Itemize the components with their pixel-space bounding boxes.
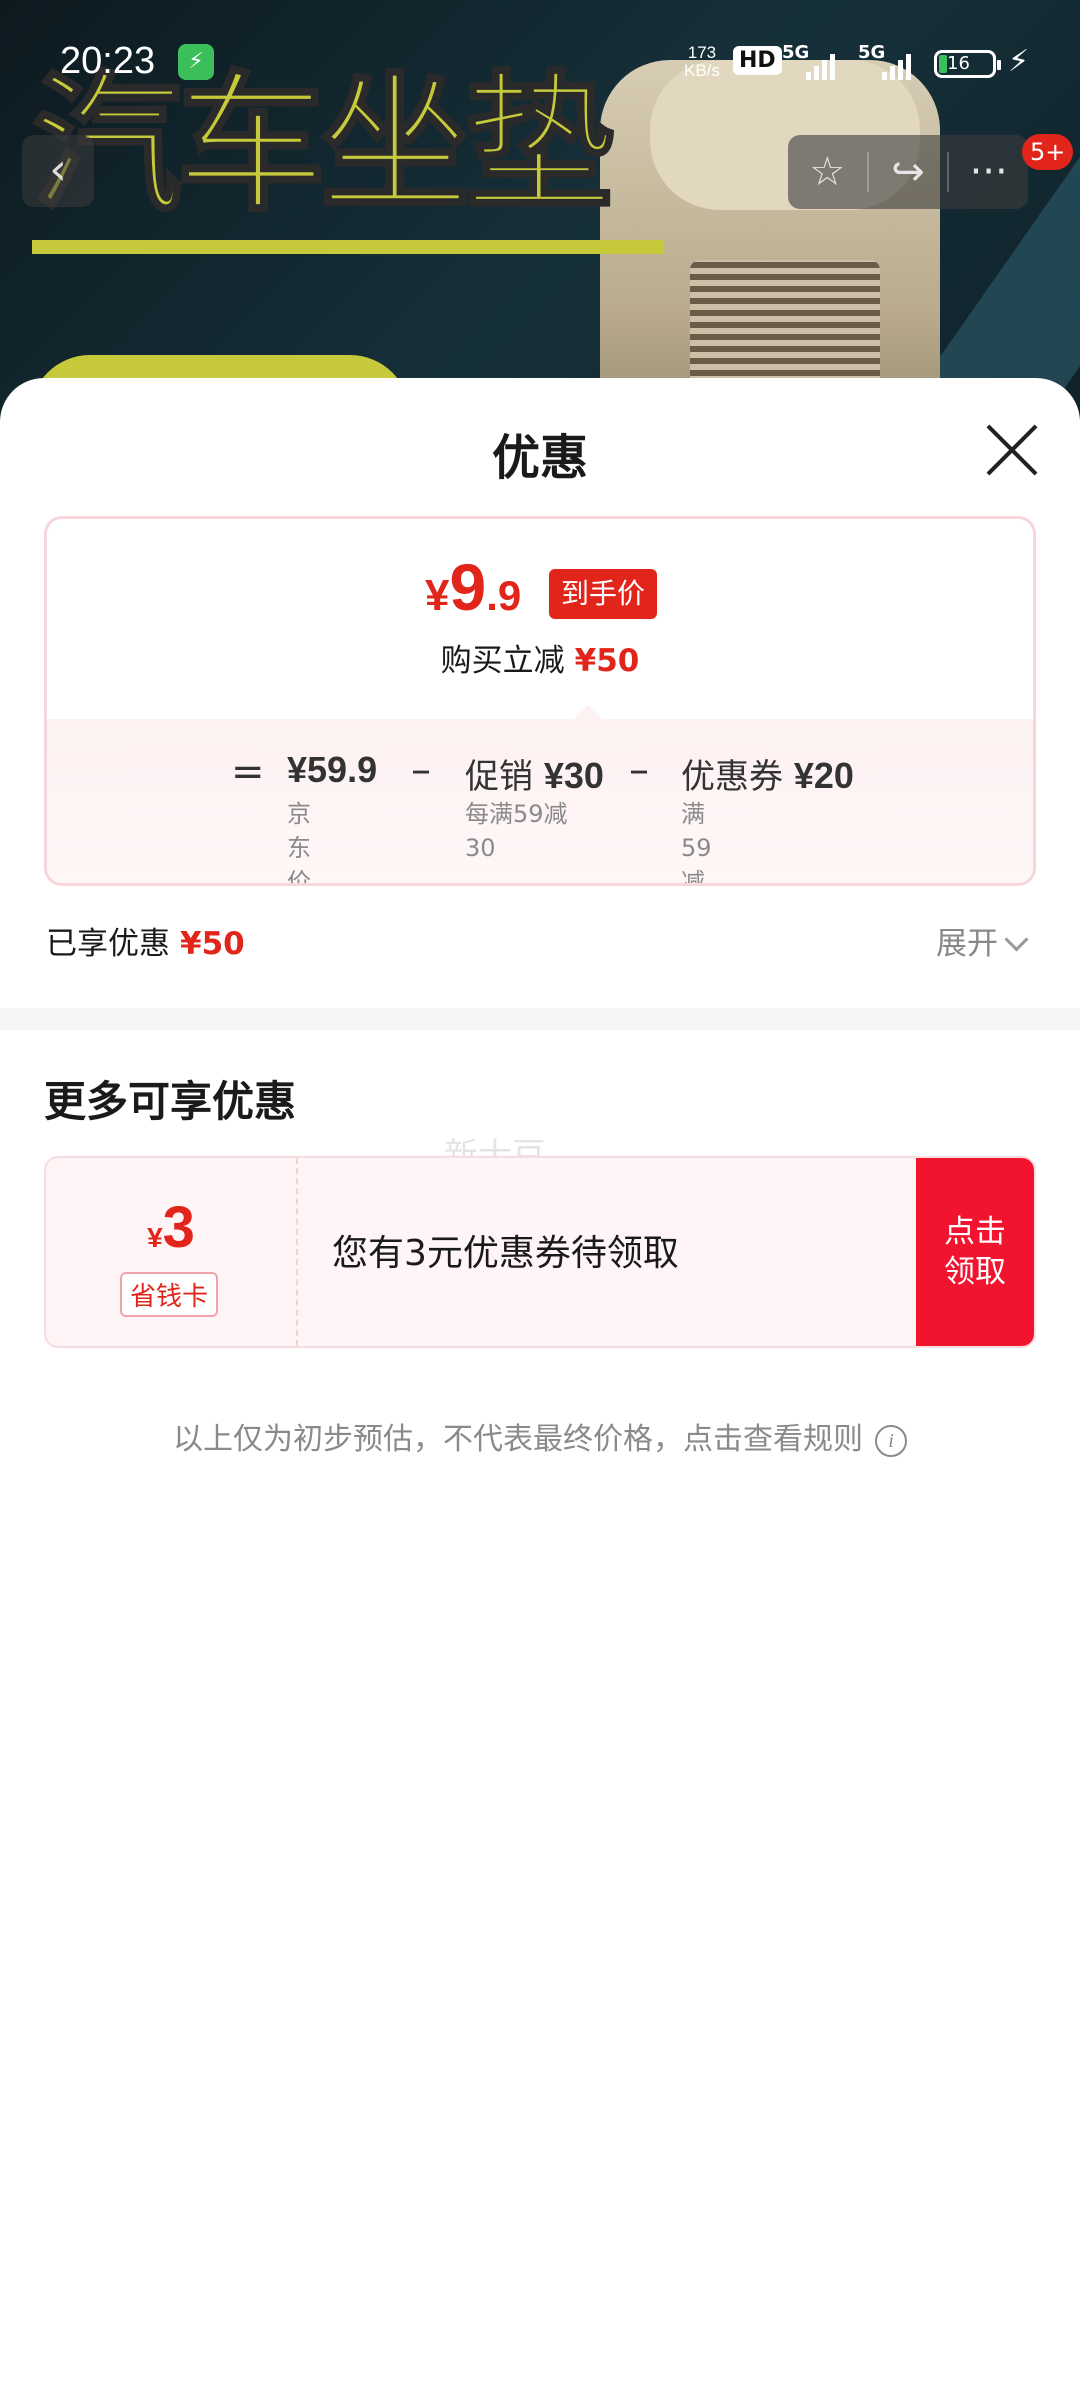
coupon-amount: 优惠券 ¥20 [681, 755, 854, 797]
minus-sign: – [411, 747, 431, 793]
coupon-rule: 满59减20 [681, 800, 712, 886]
more-button[interactable]: ··· [949, 135, 1028, 209]
signal-strength-icon-2 [882, 50, 911, 80]
back-button[interactable]: ‹ [22, 135, 94, 207]
hd-voice-icon: HD [733, 46, 782, 75]
final-price-tag: 到手价 [549, 569, 658, 619]
price-breakdown-card: ¥9.9 到手价 购买立减 ¥50 = ¥59.9 京东价 – 促销 ¥30 每满… [44, 516, 1036, 886]
status-time: 20:23 [60, 40, 156, 82]
promotion-amount: 促销 ¥30 [465, 755, 604, 797]
status-bar: 20:23 ⚡ 173 KB/s HD 5G 5G 16 ⚡ [0, 0, 1080, 120]
share-button[interactable]: ↪ [869, 135, 948, 209]
discount-sheet: 优惠 ¥9.9 到手价 购买立减 ¥50 = ¥59.9 京东价 – 促销 ¥30 [0, 378, 1080, 2400]
share-icon: ↪ [891, 149, 925, 195]
chevron-down-icon [1004, 927, 1029, 952]
coupon-value-section: ¥3 省钱卡 [46, 1158, 298, 1346]
equals-sign: = [231, 749, 265, 795]
jd-price-label: 京东价 [287, 800, 311, 886]
banner-underline [32, 240, 664, 254]
enjoyed-discount: 已享优惠 ¥50 [46, 926, 245, 962]
more-icon: ··· [969, 149, 1008, 195]
star-icon: ☆ [809, 149, 846, 195]
battery-level: 16 [947, 53, 970, 74]
section-divider [0, 1008, 1080, 1030]
expand-button[interactable]: 展开 [936, 918, 1029, 963]
final-price: ¥9.9 [425, 550, 522, 624]
coupon-card: ¥3 省钱卡 您有3元优惠券待领取 点击领取 [44, 1156, 1036, 1348]
claim-coupon-button[interactable]: 点击领取 [916, 1158, 1034, 1346]
sheet-title: 优惠 [491, 430, 588, 486]
card-notch [572, 705, 604, 721]
promotion-rule: 每满59减30 [465, 800, 568, 862]
minus-sign: – [629, 747, 649, 793]
final-price-section: ¥9.9 到手价 购买立减 ¥50 [47, 519, 1033, 719]
coupon-value: ¥3 [147, 1195, 195, 1260]
charging-icon: ⚡ [1008, 44, 1030, 79]
network-speed: 173 KB/s [684, 43, 720, 80]
message-badge: 5+ [1022, 134, 1074, 170]
coupon-description: 您有3元优惠券待领取 [332, 1233, 679, 1274]
top-action-group: ☆ ↪ ··· [788, 135, 1028, 209]
battery-icon: 16 [934, 50, 1001, 78]
coupon-type-badge: 省钱卡 [120, 1272, 219, 1317]
security-shield-icon: ⚡ [178, 44, 214, 80]
jd-price-amount: ¥59.9 [287, 749, 378, 790]
disclaimer[interactable]: 以上仅为初步预估，不代表最终价格，点击查看规则 i [0, 1414, 1080, 1459]
price-calculation: = ¥59.9 京东价 – 促销 ¥30 每满59减30 – 优惠券 ¥20 满… [47, 719, 1033, 886]
signal-strength-icon [806, 50, 835, 80]
favorite-button[interactable]: ☆ [788, 135, 867, 209]
instant-discount: 购买立减 ¥50 [440, 643, 640, 679]
close-button[interactable] [984, 422, 1040, 478]
more-discounts-title: 更多可享优惠 [44, 1077, 297, 1126]
info-icon[interactable]: i [875, 1425, 907, 1457]
back-icon: ‹ [49, 144, 67, 195]
